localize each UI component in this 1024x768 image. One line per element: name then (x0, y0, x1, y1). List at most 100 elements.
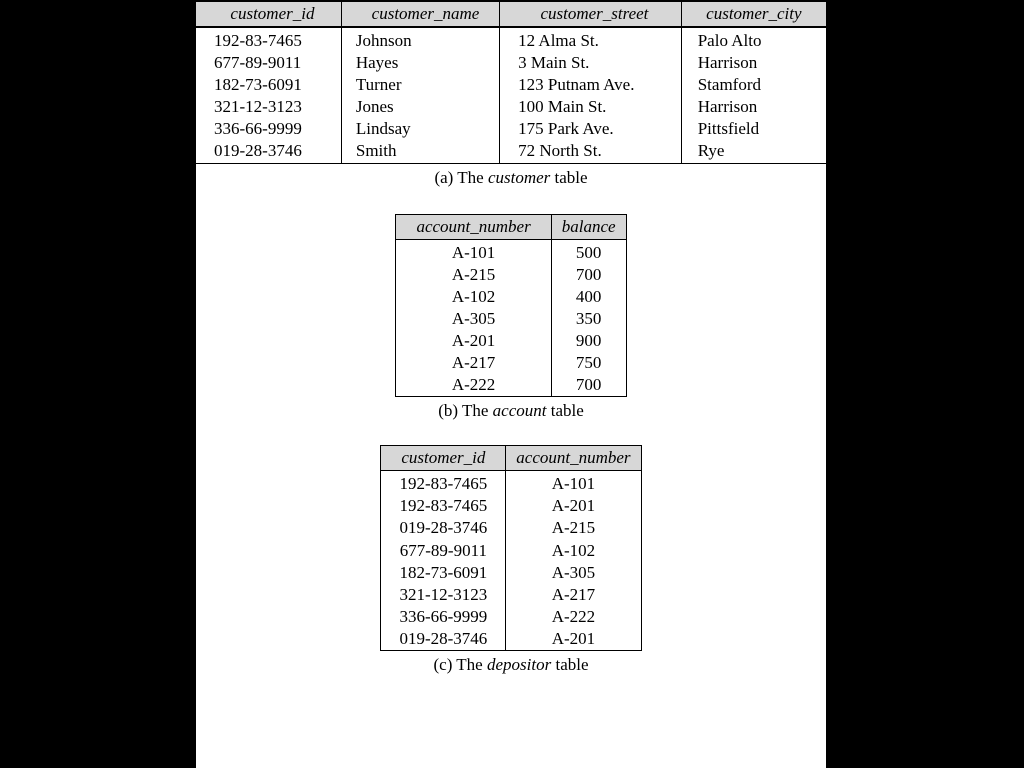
cell: A-222 (396, 374, 551, 397)
cell: 019-28-3746 (381, 628, 506, 651)
caption-suffix: table (551, 655, 588, 674)
cell: 019-28-3746 (196, 140, 341, 163)
table-row: 182-73-6091A-305 (381, 562, 641, 584)
table-row: 192-83-7465A-101 (381, 471, 641, 496)
account-table: account_number balance A-101500A-215700A… (395, 214, 626, 398)
cell: 750 (551, 352, 626, 374)
account-caption: (b) The account table (438, 401, 584, 421)
cell: Smith (341, 140, 499, 163)
cell: A-102 (396, 286, 551, 308)
cell: A-215 (396, 264, 551, 286)
cell: 321-12-3123 (381, 584, 506, 606)
cell: 182-73-6091 (196, 74, 341, 96)
cell: 019-28-3746 (381, 517, 506, 539)
customer-block: customer_id customer_name customer_stree… (196, 0, 826, 188)
cell: 12 Alma St. (500, 27, 682, 52)
cell: 123 Putnam Ave. (500, 74, 682, 96)
table-row: 019-28-3746A-215 (381, 517, 641, 539)
cell: Pittsfield (681, 118, 826, 140)
cell: 700 (551, 374, 626, 397)
cell: Turner (341, 74, 499, 96)
caption-suffix: table (550, 168, 587, 187)
col-account-number: account_number (396, 214, 551, 239)
caption-prefix: (c) The (433, 655, 487, 674)
col-customer-city: customer_city (681, 1, 826, 27)
cell: 350 (551, 308, 626, 330)
depositor-caption: (c) The depositor table (433, 655, 588, 675)
col-customer-street: customer_street (500, 1, 682, 27)
cell: 192-83-7465 (381, 471, 506, 496)
table-row: A-305350 (396, 308, 626, 330)
table-header-row: account_number balance (396, 214, 626, 239)
page: customer_id customer_name customer_stree… (196, 0, 826, 768)
table-row: A-217750 (396, 352, 626, 374)
cell: A-102 (506, 540, 641, 562)
col-account-number: account_number (506, 446, 641, 471)
col-balance: balance (551, 214, 626, 239)
table-row: 019-28-3746A-201 (381, 628, 641, 651)
cell: A-201 (506, 495, 641, 517)
cell: A-101 (396, 239, 551, 264)
cell: 677-89-9011 (196, 52, 341, 74)
cell: 192-83-7465 (196, 27, 341, 52)
cell: Harrison (681, 96, 826, 118)
cell: A-305 (506, 562, 641, 584)
col-customer-name: customer_name (341, 1, 499, 27)
caption-em: account (493, 401, 547, 420)
caption-em: customer (488, 168, 550, 187)
table-row: 182-73-6091Turner123 Putnam Ave.Stamford (196, 74, 826, 96)
cell: 700 (551, 264, 626, 286)
cell: Harrison (681, 52, 826, 74)
customer-table: customer_id customer_name customer_stree… (196, 0, 826, 164)
cell: A-222 (506, 606, 641, 628)
cell: Jones (341, 96, 499, 118)
table-row: A-102400 (396, 286, 626, 308)
table-row: A-101500 (396, 239, 626, 264)
cell: Johnson (341, 27, 499, 52)
depositor-block: customer_id account_number 192-83-7465A-… (196, 445, 826, 675)
cell: 321-12-3123 (196, 96, 341, 118)
cell: A-217 (506, 584, 641, 606)
col-customer-id: customer_id (381, 446, 506, 471)
cell: Hayes (341, 52, 499, 74)
cell: 336-66-9999 (196, 118, 341, 140)
table-row: A-215700 (396, 264, 626, 286)
table-row: 192-83-7465Johnson12 Alma St.Palo Alto (196, 27, 826, 52)
cell: 400 (551, 286, 626, 308)
table-row: 192-83-7465A-201 (381, 495, 641, 517)
table-row: 677-89-9011Hayes3 Main St.Harrison (196, 52, 826, 74)
cell: 72 North St. (500, 140, 682, 163)
caption-suffix: table (546, 401, 583, 420)
cell: A-215 (506, 517, 641, 539)
cell: 100 Main St. (500, 96, 682, 118)
cell: A-101 (506, 471, 641, 496)
cell: 500 (551, 239, 626, 264)
cell: A-201 (506, 628, 641, 651)
table-row: 321-12-3123Jones100 Main St.Harrison (196, 96, 826, 118)
cell: A-201 (396, 330, 551, 352)
cell: 175 Park Ave. (500, 118, 682, 140)
caption-prefix: (a) The (434, 168, 488, 187)
customer-body: 192-83-7465Johnson12 Alma St.Palo Alto67… (196, 27, 826, 163)
account-body: A-101500A-215700A-102400A-305350A-201900… (396, 239, 626, 397)
cell: 677-89-9011 (381, 540, 506, 562)
depositor-table: customer_id account_number 192-83-7465A-… (380, 445, 641, 651)
table-row: A-201900 (396, 330, 626, 352)
cell: A-305 (396, 308, 551, 330)
cell: Rye (681, 140, 826, 163)
account-block: account_number balance A-101500A-215700A… (196, 214, 826, 422)
table-row: 336-66-9999Lindsay175 Park Ave.Pittsfiel… (196, 118, 826, 140)
cell: Stamford (681, 74, 826, 96)
table-row: 321-12-3123A-217 (381, 584, 641, 606)
cell: 182-73-6091 (381, 562, 506, 584)
cell: 336-66-9999 (381, 606, 506, 628)
cell: 192-83-7465 (381, 495, 506, 517)
customer-caption: (a) The customer table (434, 168, 587, 188)
depositor-body: 192-83-7465A-101192-83-7465A-201019-28-3… (381, 471, 641, 651)
cell: 900 (551, 330, 626, 352)
table-row: 677-89-9011A-102 (381, 540, 641, 562)
cell: A-217 (396, 352, 551, 374)
cell: 3 Main St. (500, 52, 682, 74)
table-row: 019-28-3746Smith72 North St.Rye (196, 140, 826, 163)
caption-prefix: (b) The (438, 401, 492, 420)
